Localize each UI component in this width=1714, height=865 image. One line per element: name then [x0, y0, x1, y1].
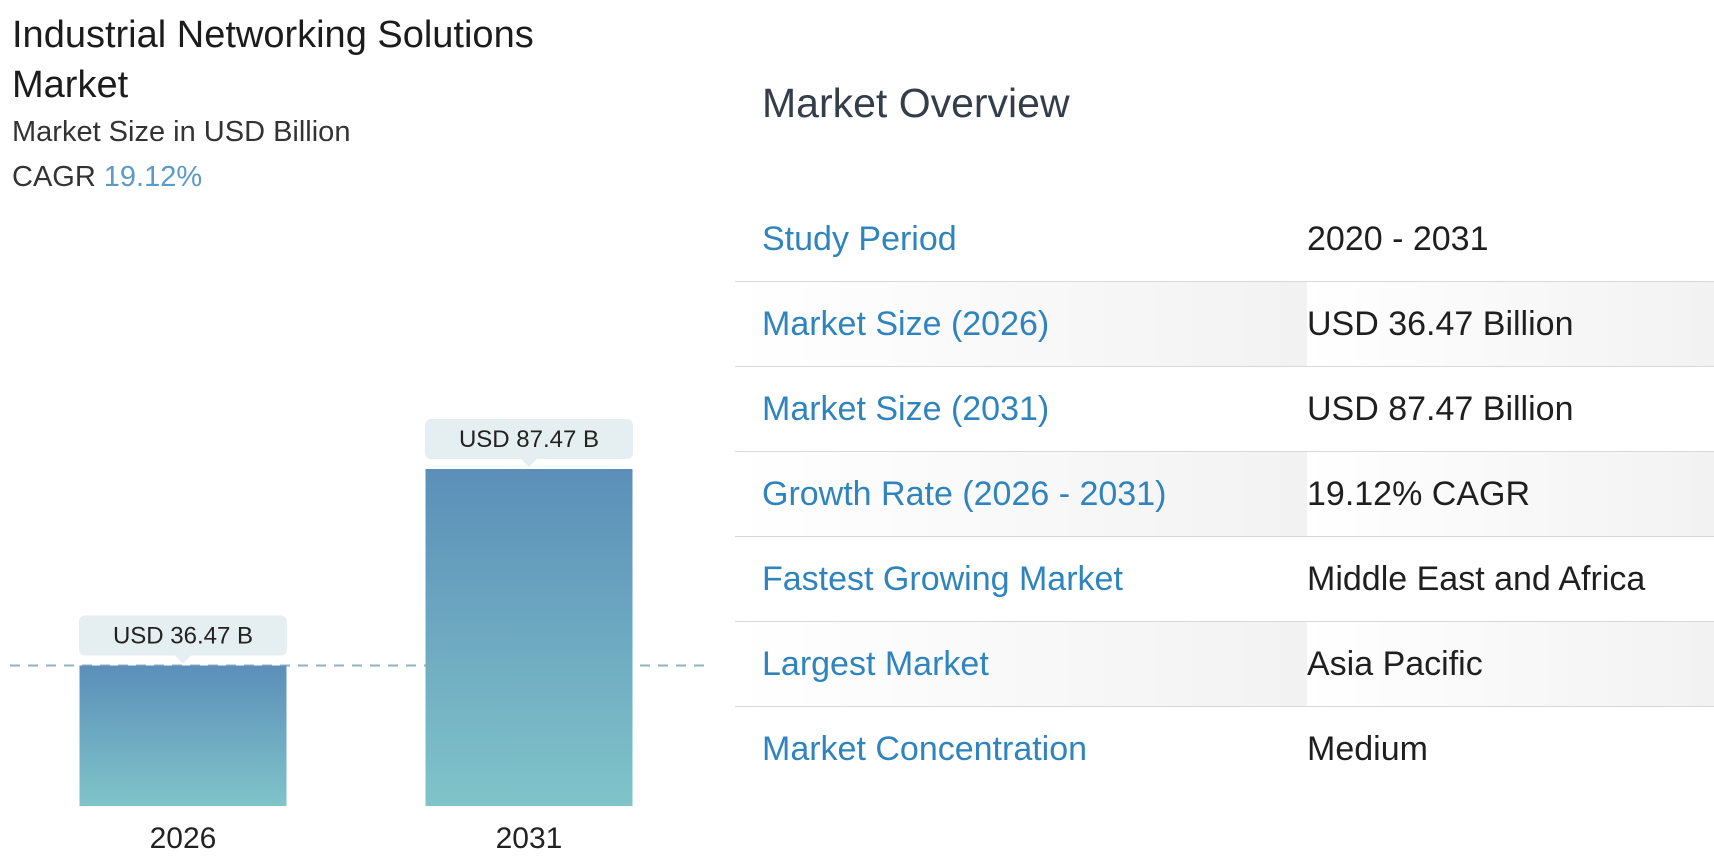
chart-title: Industrial Networking Solutions Market — [12, 14, 534, 106]
table-row: Market Size (2026) USD 36.47 Billion — [735, 281, 1714, 367]
table-row: Market Concentration Medium — [735, 706, 1714, 791]
row-value: 2020 - 2031 — [1307, 219, 1489, 258]
row-value: Middle East and Africa — [1307, 536, 1714, 622]
table-row: Fastest Growing Market Middle East and A… — [735, 536, 1714, 622]
bar-2026 — [79, 665, 287, 806]
row-value: USD 36.47 Billion — [1307, 281, 1714, 367]
market-overview-table: Study Period 2020 - 2031 Market Size (20… — [735, 197, 1714, 791]
bar-2031 — [425, 469, 633, 806]
row-label: Market Size (2031) — [735, 366, 1307, 452]
x-tick-label: 2026 — [150, 822, 217, 855]
row-label: Largest Market — [735, 621, 1307, 707]
row-label: Growth Rate (2026 - 2031) — [735, 451, 1307, 537]
cagr-label: CAGR — [12, 161, 96, 193]
x-tick-label: 2031 — [496, 822, 563, 855]
data-label-pointer — [521, 459, 537, 467]
cagr-value: 19.12% — [103, 161, 203, 193]
row-value: Asia Pacific — [1307, 621, 1714, 707]
table-row: Market Size (2031) USD 87.47 Billion — [735, 366, 1714, 452]
market-size-bar-chart: USD 36.47 B 2026 USD 87.47 B 2031 — [10, 419, 710, 855]
row-value: USD 87.47 Billion — [1307, 366, 1714, 452]
row-label: Market Size (2026) — [735, 281, 1307, 367]
row-value: 19.12% CAGR — [1307, 451, 1714, 537]
data-label: USD 36.47 B — [113, 622, 253, 649]
table-row: Growth Rate (2026 - 2031) 19.12% CAGR — [735, 451, 1714, 537]
row-label: Fastest Growing Market — [735, 536, 1307, 622]
row-value: Medium — [1307, 706, 1714, 791]
data-label-pointer — [175, 655, 191, 664]
row-label: Market Concentration — [735, 706, 1307, 791]
table-row: Largest Market Asia Pacific — [735, 621, 1714, 707]
market-overview-title: Market Overview — [762, 80, 1070, 126]
row-label: Study Period — [762, 219, 957, 258]
cagr-line: CAGR 19.12% — [12, 161, 202, 194]
table-row: Study Period 2020 - 2031 — [735, 197, 1714, 282]
data-label: USD 87.47 B — [459, 426, 599, 453]
chart-subtitle: Market Size in USD Billion — [12, 116, 351, 148]
